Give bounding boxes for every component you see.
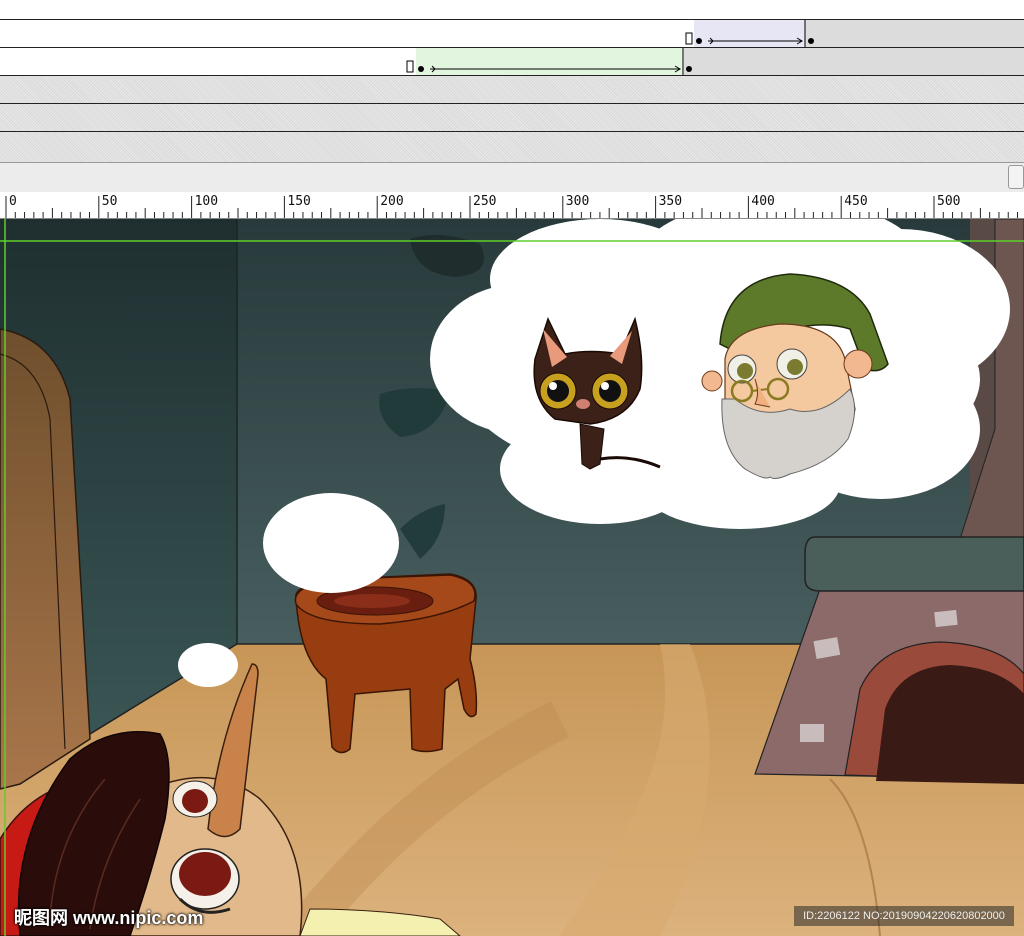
thought-cloud <box>430 219 1010 529</box>
scene-artwork[interactable] <box>0 219 1024 936</box>
scrollbar-thumb[interactable] <box>1008 165 1024 189</box>
ruler-label: 250 <box>473 194 497 209</box>
mantel <box>804 536 1024 592</box>
watermark-site: 昵图网 www.nipic.com <box>14 908 204 928</box>
ruler-label: 200 <box>380 194 404 209</box>
watermark-id: ID:2206122 NO:20190904220620802000 <box>794 906 1014 926</box>
thought-bubble-medium <box>263 493 399 593</box>
timeline-scrollbar[interactable] <box>0 162 1024 194</box>
ruler-label: 400 <box>751 194 775 209</box>
ruler-label: 0 <box>9 194 17 209</box>
empty-keyframe-2 <box>406 60 414 73</box>
keyframe-end-1 <box>808 38 814 44</box>
thought-bubble-small <box>178 643 238 687</box>
keyframe-start-1 <box>696 38 702 44</box>
keyframe-start-2 <box>418 66 424 72</box>
horizontal-ruler: 0 50 100 150 200 250 300 350 400 450 500 <box>0 192 1024 219</box>
timeline-tweens[interactable] <box>0 0 1024 162</box>
tween-span-2 <box>416 48 684 75</box>
empty-keyframe-1 <box>685 32 693 45</box>
ruler-label: 300 <box>565 194 590 209</box>
ruler-label: 50 <box>101 194 118 209</box>
ruler-label: 500 <box>937 194 961 209</box>
ruler-label: 100 <box>194 194 219 209</box>
keyframe-end-2 <box>686 66 692 72</box>
ruler-label: 150 <box>287 194 311 209</box>
ruler-label: 450 <box>844 194 868 209</box>
ruler-ticks <box>5 196 1019 218</box>
ruler-label: 350 <box>658 194 683 209</box>
stage-canvas[interactable] <box>0 219 1024 936</box>
timeline-panel[interactable] <box>0 0 1024 162</box>
